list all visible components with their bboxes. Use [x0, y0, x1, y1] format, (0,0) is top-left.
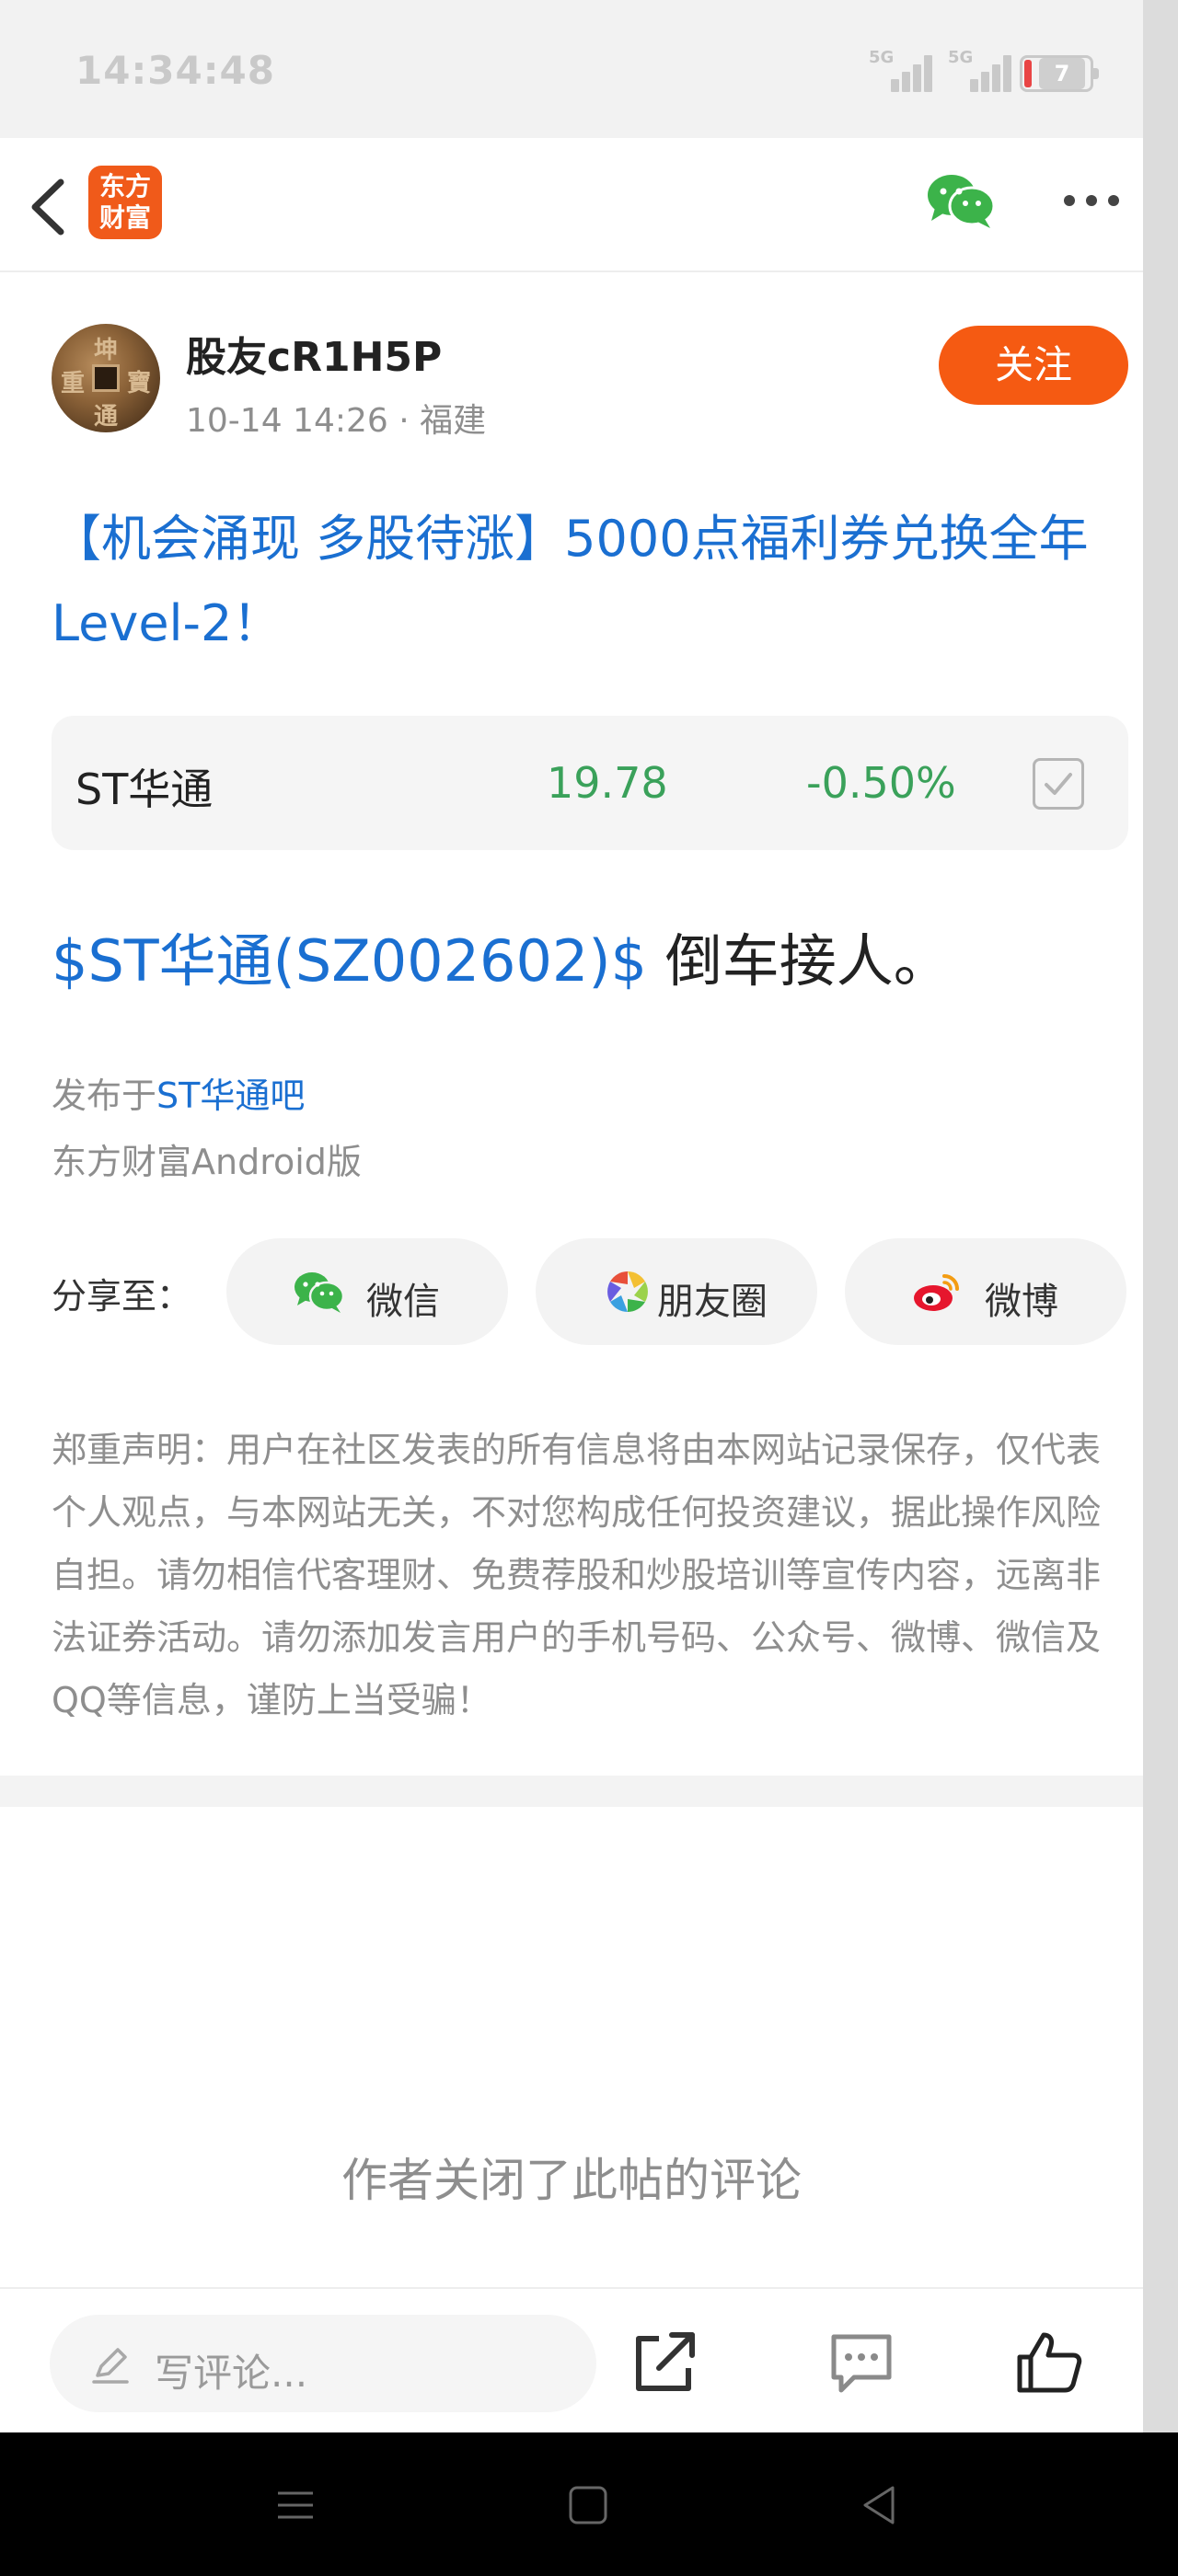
- share-wechat-label: 微信: [366, 1281, 440, 1323]
- comment-icon[interactable]: [826, 2329, 896, 2396]
- comment-placeholder: 写评论...: [155, 2351, 308, 2396]
- stock-card[interactable]: ST华通 19.78 -0.50%: [52, 716, 1128, 850]
- share-moments-button[interactable]: 朋友圈: [536, 1238, 817, 1345]
- back-icon[interactable]: [24, 175, 79, 239]
- app-header: 东方 财富: [0, 138, 1143, 272]
- app-logo: 东方 财富: [88, 166, 162, 239]
- page: 14:34:48 5G 5G 7 东方 财富 坤 重 寶 通 股友cR1H5P …: [0, 0, 1143, 2432]
- signal-icon: 5G: [948, 48, 1012, 92]
- share-moments-label: 朋友圈: [657, 1281, 768, 1323]
- app-logo-line: 财富: [98, 202, 151, 233]
- share-weibo-label: 微博: [985, 1281, 1058, 1323]
- forum-link[interactable]: ST华通吧: [156, 1075, 305, 1116]
- signal-icon: 5G: [869, 48, 933, 92]
- back-nav-icon[interactable]: [856, 2482, 902, 2528]
- post-title[interactable]: 【机会涌现 多股待涨】5000点福利券兑换全年Level-2！: [52, 497, 1110, 666]
- share-wechat-button[interactable]: 微信: [226, 1238, 508, 1345]
- meta-separator: ·: [398, 402, 410, 440]
- signal-label: 5G: [869, 48, 895, 67]
- client-source: 东方财富Android版: [52, 1142, 362, 1182]
- scroll-gutter: [1143, 0, 1178, 2432]
- post-time: 10-14 14:26: [186, 402, 388, 440]
- disclaimer: 郑重声明：用户在社区发表的所有信息将由本网站记录保存，仅代表个人观点，与本网站无…: [52, 1430, 1102, 1720]
- stock-price: 19.78: [547, 758, 668, 808]
- post-body: $ST华通(SZ002602)$ 倒车接人。: [52, 914, 951, 997]
- stock-name: ST华通: [75, 765, 214, 814]
- add-watchlist-checkbox-icon[interactable]: [1033, 758, 1084, 810]
- avatar[interactable]: 坤 重 寶 通: [52, 324, 160, 432]
- post-location: 福建: [420, 402, 487, 440]
- moments-icon: [607, 1271, 648, 1312]
- system-nav-bar: [0, 2432, 1178, 2576]
- share-icon[interactable]: [631, 2329, 701, 2396]
- share-weibo-button[interactable]: 微博: [845, 1238, 1126, 1345]
- section-divider: [0, 1776, 1143, 1807]
- more-icon[interactable]: [1064, 195, 1123, 208]
- signal-label: 5G: [948, 48, 974, 67]
- posted-in: 发布于ST华通吧: [52, 1067, 305, 1118]
- menu-icon[interactable]: [272, 2482, 318, 2528]
- battery-level: 7: [1039, 58, 1085, 89]
- follow-button[interactable]: 关注: [939, 326, 1128, 405]
- wechat-icon: [294, 1272, 344, 1313]
- home-icon[interactable]: [565, 2482, 611, 2528]
- author-name[interactable]: 股友cR1H5P: [186, 324, 442, 383]
- battery-icon: 7: [1020, 55, 1099, 92]
- stock-tag-link[interactable]: $ST华通(SZ002602)$: [52, 927, 647, 995]
- post-body-text: 倒车接人。: [647, 927, 951, 995]
- status-bar: 14:34:48 5G 5G 7: [0, 0, 1143, 138]
- posted-in-prefix: 发布于: [52, 1075, 157, 1116]
- post-meta: 10-14 14:26 · 福建: [186, 394, 486, 442]
- wechat-icon[interactable]: [926, 171, 996, 230]
- weibo-icon: [914, 1274, 959, 1311]
- comments-closed-notice: 作者关闭了此帖的评论: [341, 2154, 802, 2207]
- like-icon[interactable]: [1014, 2329, 1084, 2396]
- pen-icon: [92, 2348, 129, 2384]
- share-label: 分享至：: [52, 1276, 192, 1317]
- stock-change: -0.50%: [806, 758, 956, 808]
- comment-input[interactable]: 写评论...: [50, 2315, 596, 2412]
- status-time: 14:34:48: [75, 48, 275, 93]
- app-logo-line: 东方: [98, 171, 151, 201]
- bottom-bar: 写评论...: [0, 2287, 1143, 2432]
